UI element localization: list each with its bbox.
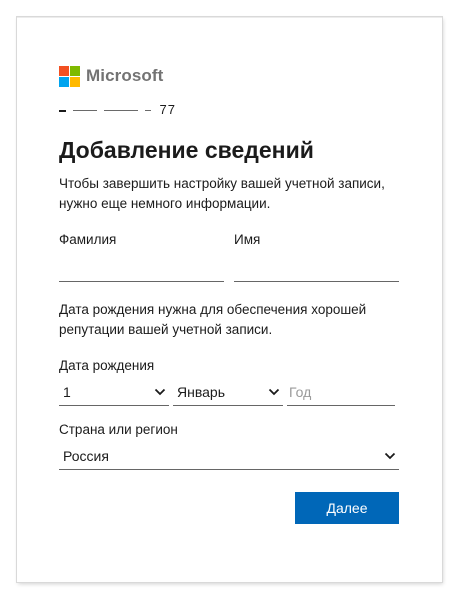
first-name-label: Имя [234, 232, 261, 247]
birth-month-select[interactable]: Январь [173, 378, 283, 406]
signup-dialog: Microsoft 77 Добавление сведений Чтобы з… [17, 17, 442, 582]
last-name-label: Фамилия [59, 232, 117, 247]
birth-date-label: Дата рождения [59, 358, 155, 373]
brand-header: Microsoft [59, 64, 399, 88]
chevron-down-icon [268, 388, 280, 396]
birth-month-value: Январь [177, 383, 225, 400]
birth-year-input[interactable] [287, 378, 395, 406]
chevron-down-icon [154, 388, 166, 396]
actions-row: Далее [59, 492, 399, 524]
last-name-field: Фамилия [59, 230, 224, 282]
first-name-field: Имя [234, 230, 399, 282]
country-label: Страна или регион [59, 422, 178, 437]
microsoft-logo-icon [59, 65, 80, 87]
chevron-down-icon [384, 452, 396, 460]
intro-text: Чтобы завершить настройку вашей учетной … [59, 176, 385, 211]
birth-day-select[interactable]: 1 [59, 378, 169, 406]
first-name-input[interactable] [234, 254, 399, 282]
birth-day-value: 1 [63, 383, 71, 400]
country-select[interactable]: Россия [59, 442, 399, 470]
next-button[interactable]: Далее [295, 492, 399, 524]
dialog-content: Microsoft 77 Добавление сведений Чтобы з… [59, 64, 399, 524]
account-identity: 77 [59, 102, 399, 118]
brand-name: Microsoft [86, 66, 164, 85]
name-fields-row: Фамилия Имя [59, 230, 399, 282]
birth-date-row: 1 Январь [59, 378, 399, 406]
country-value: Россия [63, 447, 109, 464]
last-name-input[interactable] [59, 254, 224, 282]
page-title: Добавление сведений [59, 137, 314, 163]
birth-date-explanation: Дата рождения нужна для обеспечения хоро… [59, 302, 367, 337]
